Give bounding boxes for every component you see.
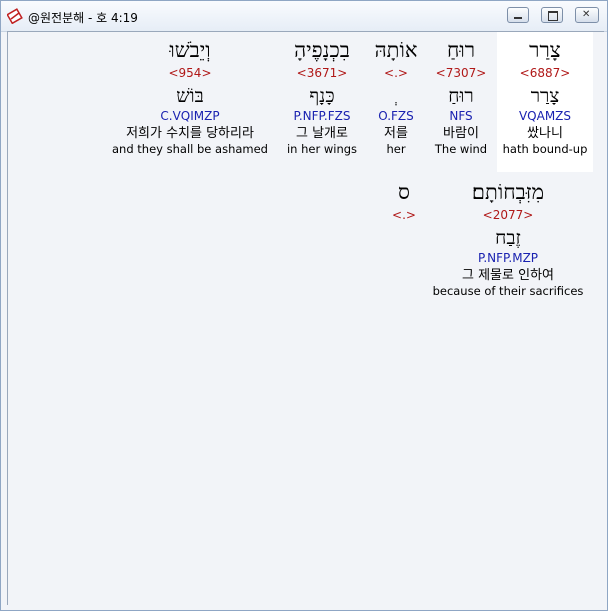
korean-gloss: 저희가 수치를 당하리라 [126, 126, 254, 141]
parsing-code[interactable]: P.NFP.FZS [278, 109, 366, 125]
english-gloss: The wind [434, 142, 488, 156]
maximize-button[interactable] [541, 7, 563, 23]
minimize-button[interactable] [507, 7, 529, 23]
minimize-icon [514, 17, 522, 19]
korean-gloss: 그 날개로 [296, 126, 348, 141]
parsing-code[interactable]: O.FZS [368, 109, 424, 125]
strong-number[interactable]: <6887> [497, 66, 593, 82]
interlinear-panel: צָרַר <6887> צָרַר VQAMZS 쌌나니 hath bound… [7, 31, 604, 605]
english-gloss: in her wings [286, 142, 358, 156]
strong-number[interactable]: <954> [108, 66, 272, 82]
hebrew-word: אוֹתָהּ [374, 38, 418, 62]
strong-number[interactable]: <7307> [426, 66, 496, 82]
close-button[interactable]: ✕ [575, 7, 599, 23]
korean-gloss: 바람이 [443, 126, 479, 141]
maximize-icon [548, 11, 558, 21]
korean-gloss: 쌌나니 [527, 126, 563, 141]
hebrew-word: רוּחַ [446, 38, 476, 62]
word-column[interactable]: ס <.> [382, 180, 426, 224]
korean-gloss: 저를 [384, 126, 408, 141]
english-gloss: because of their sacrifices [432, 284, 584, 298]
word-column[interactable]: וְיֵבֹשׁוּ <954> בּוֹשׁ C.VQIMZP 저희가 수치를… [108, 38, 272, 157]
word-column[interactable]: בִכְנָפֶיהָ <3671> כָּנָף P.NFP.FZS 그 날개… [278, 38, 366, 157]
window-title: @원전분해 - 호 4:19 [28, 11, 138, 25]
hebrew-word: ס [398, 180, 410, 204]
close-icon: ✕ [582, 9, 591, 20]
strong-number[interactable]: <.> [382, 208, 426, 224]
hebrew-word: מִזִּבְחוֹתָם׃ [471, 180, 545, 204]
title-bar[interactable]: @원전분해 - 호 4:19 ✕ [1, 1, 607, 32]
english-gloss: and they shall be ashamed [112, 142, 268, 156]
korean-gloss: 그 제물로 인하여 [462, 268, 554, 283]
strong-number[interactable]: <.> [368, 66, 424, 82]
hebrew-word: בִכְנָפֶיהָ [294, 38, 350, 62]
strong-number[interactable]: <3671> [278, 66, 366, 82]
hebrew-word: וְיֵבֹשׁוּ [169, 38, 211, 62]
lemma: בּוֹשׁ [176, 85, 204, 107]
word-column[interactable]: אוֹתָהּ <.> ְ O.FZS 저를 her [368, 38, 424, 157]
english-gloss: hath bound-up [502, 142, 588, 156]
word-column[interactable]: מִזִּבְחוֹתָם׃ <2077> זֶבַח P.NFP.MZP 그 … [426, 180, 590, 299]
parsing-code[interactable]: NFS [426, 109, 496, 125]
word-column[interactable]: צָרַר <6887> צָרַר VQAMZS 쌌나니 hath bound… [497, 38, 593, 157]
lemma: כָּנָף [309, 85, 335, 107]
lemma: צָרַר [530, 85, 560, 107]
lemma: ְ [368, 85, 424, 107]
lemma: רוּחַ [448, 85, 474, 107]
lemma: זֶבַח [495, 227, 521, 249]
word-column[interactable]: רוּחַ <7307> רוּחַ NFS 바람이 The wind [426, 38, 496, 157]
strong-number[interactable]: <2077> [426, 208, 590, 224]
bible-app-icon [6, 8, 23, 25]
app-window: @원전분해 - 호 4:19 ✕ צָרַר <6887> צָרַר VQAM… [0, 0, 608, 611]
parsing-code[interactable]: P.NFP.MZP [426, 251, 590, 267]
parsing-code[interactable]: C.VQIMZP [108, 109, 272, 125]
english-gloss: her [386, 142, 406, 156]
hebrew-word: צָרַר [529, 38, 561, 62]
parsing-code[interactable]: VQAMZS [497, 109, 593, 125]
